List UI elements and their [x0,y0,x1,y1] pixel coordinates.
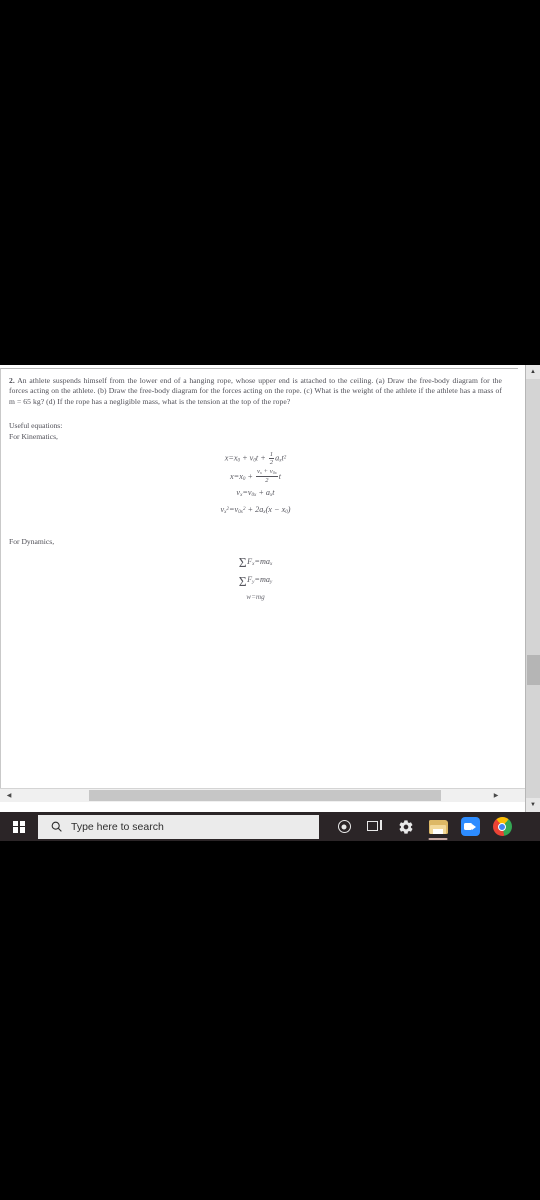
dynamics-equation-2: ΣFy=may [9,572,502,590]
zoom-app-button[interactable] [454,812,486,841]
chrome-icon [492,817,512,836]
search-icon [51,821,62,832]
screen-capture-region: 2. An athlete suspends himself from the … [0,365,540,853]
dyn1-a-sub: x [269,560,273,567]
windows-taskbar: Type here to search [0,812,540,841]
kinematics-equation-1: x=x0 + v0t + 1 2 axt2 [9,451,502,468]
problem-number: 2. [9,376,15,385]
taskbar-icon-group [330,812,518,841]
document-reader-window: 2. An athlete suspends himself from the … [0,365,540,812]
outer-scroll-up-arrow-icon[interactable]: ▲ [526,365,540,379]
eq1-t: t [255,454,259,464]
eq3-v0-sub: 0x [251,492,257,499]
kinematics-equation-3: vx=v0x + axt [9,486,502,503]
problem-text: An athlete suspends himself from the low… [9,376,502,406]
eq1-half-num: 1 [269,450,274,458]
kinematics-equation-4: vx2=v0x2 + 2ax(x − x0) [9,503,502,520]
dynamics-equation-1: ΣFx=max [9,554,502,572]
eq4-plus: + [247,505,254,515]
outer-scroll-thumb[interactable] [527,655,540,685]
eq1-plus2: + [260,454,266,464]
eq4-v0-sup: 2 [242,505,246,512]
eq1-half-den: 2 [268,457,275,466]
eq2-den: 2 [256,476,278,484]
scroll-left-arrow-icon[interactable]: ◀ [2,789,16,802]
eq3-t: t [272,488,275,498]
useful-equations-block: Useful equations: For Kinematics, [9,421,502,442]
eq1-plus1: + [242,454,248,464]
document-page[interactable]: 2. An athlete suspends himself from the … [0,368,518,788]
kinematics-equations: x=x0 + v0t + 1 2 axt2 x=x0 + vx + v0x 2 … [9,451,502,519]
dynamics-equations: ΣFx=max ΣFy=may w=mg [9,554,502,605]
search-placeholder-text: Type here to search [71,820,164,833]
task-view-icon [366,820,382,833]
sigma-icon-x: Σ [238,555,247,571]
settings-gear-icon [399,819,413,834]
start-button[interactable] [0,812,38,841]
chrome-button[interactable] [486,812,518,841]
problem-statement: 2. An athlete suspends himself from the … [9,376,502,407]
eq2-num: vx + v0x [256,468,278,476]
eq2-x0-sub: 0 [242,475,246,482]
zoom-app-icon [460,817,480,836]
task-view-button[interactable] [358,812,390,841]
dynamics-equation-3: w=mg [9,590,502,605]
eq1-x0-sub: 0 [237,458,241,465]
windows-logo-icon [13,820,25,833]
eq4-x: x [268,505,272,515]
eq4-minus: − [273,505,280,515]
file-explorer-button[interactable] [422,812,454,841]
dyn3-g: g [261,592,265,601]
cortana-icon [337,820,351,833]
active-app-indicator [428,838,448,840]
dyn2-a-sub: y [269,578,273,585]
dynamics-label: For Dynamics, [9,536,55,546]
eq1-half-fraction: 1 2 [268,450,275,466]
eq2-plus: + [247,471,253,481]
kinematics-equation-2: x=x0 + vx + v0x 2 t [9,468,502,487]
horizontal-scrollbar[interactable]: ◀ ▶ [0,788,525,802]
eq3-plus: + [258,488,264,498]
cortana-button[interactable] [330,812,358,841]
eq4-rp: ) [287,505,291,515]
outer-vertical-scrollbar[interactable]: ▲ ▼ [525,365,540,812]
search-input[interactable]: Type here to search [38,814,319,839]
file-explorer-icon [428,819,448,834]
eq2-num-v-sub: x [259,470,262,476]
outer-scroll-down-arrow-icon[interactable]: ▼ [526,798,540,812]
kinematics-label: For Kinematics, [9,431,58,441]
sigma-icon-y: Σ [238,573,247,589]
scroll-right-arrow-icon[interactable]: ▶ [489,789,503,802]
eq1-t2-sup: 2 [283,454,287,461]
useful-equations-label: Useful equations: [9,421,63,431]
eq2-t: t [278,471,281,481]
horizontal-scroll-thumb[interactable] [89,790,441,801]
settings-button[interactable] [390,812,422,841]
eq2-num-plus: + [263,468,269,476]
eq2-avg-fraction: vx + v0x 2 [256,468,278,484]
eq2-num-v0-sub: 0x [272,470,277,476]
